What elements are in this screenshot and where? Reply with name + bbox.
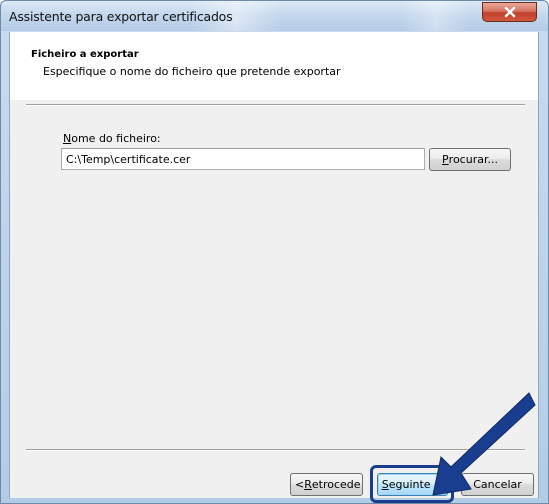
- browse-button[interactable]: Procurar...: [429, 148, 511, 171]
- back-label: etrocede: [311, 478, 361, 491]
- next-mnemonic: S: [381, 478, 389, 491]
- title-bar-glow-secondary: [401, 1, 471, 31]
- back-mnemonic: R: [304, 478, 312, 491]
- back-prefix: <: [295, 478, 305, 491]
- pointer-arrow-icon: [432, 392, 536, 496]
- window-title: Assistente para exportar certificados: [9, 9, 233, 24]
- browse-mnemonic: P: [442, 153, 449, 166]
- close-button[interactable]: [482, 2, 537, 22]
- header-divider: [26, 104, 525, 106]
- page-subtitle: Especifique o nome do ficheiro que prete…: [43, 65, 341, 78]
- page-title: Ficheiro a exportar: [31, 49, 139, 60]
- title-bar[interactable]: Assistente para exportar certificados: [1, 1, 548, 31]
- back-button[interactable]: < Retrocede: [290, 473, 363, 496]
- browse-label: rocurar...: [448, 153, 498, 166]
- wizard-window: Assistente para exportar certificados Fi…: [0, 0, 549, 504]
- wizard-body: Ficheiro a exportar Especifique o nome d…: [9, 32, 539, 503]
- filename-label: Nome do ficheiro:: [63, 132, 161, 145]
- filename-input[interactable]: [61, 148, 425, 170]
- filename-label-text: ome do ficheiro:: [71, 132, 161, 145]
- wizard-header: Ficheiro a exportar Especifique o nome d…: [10, 32, 538, 100]
- filename-label-mnemonic: N: [63, 132, 72, 145]
- close-icon: [504, 6, 515, 18]
